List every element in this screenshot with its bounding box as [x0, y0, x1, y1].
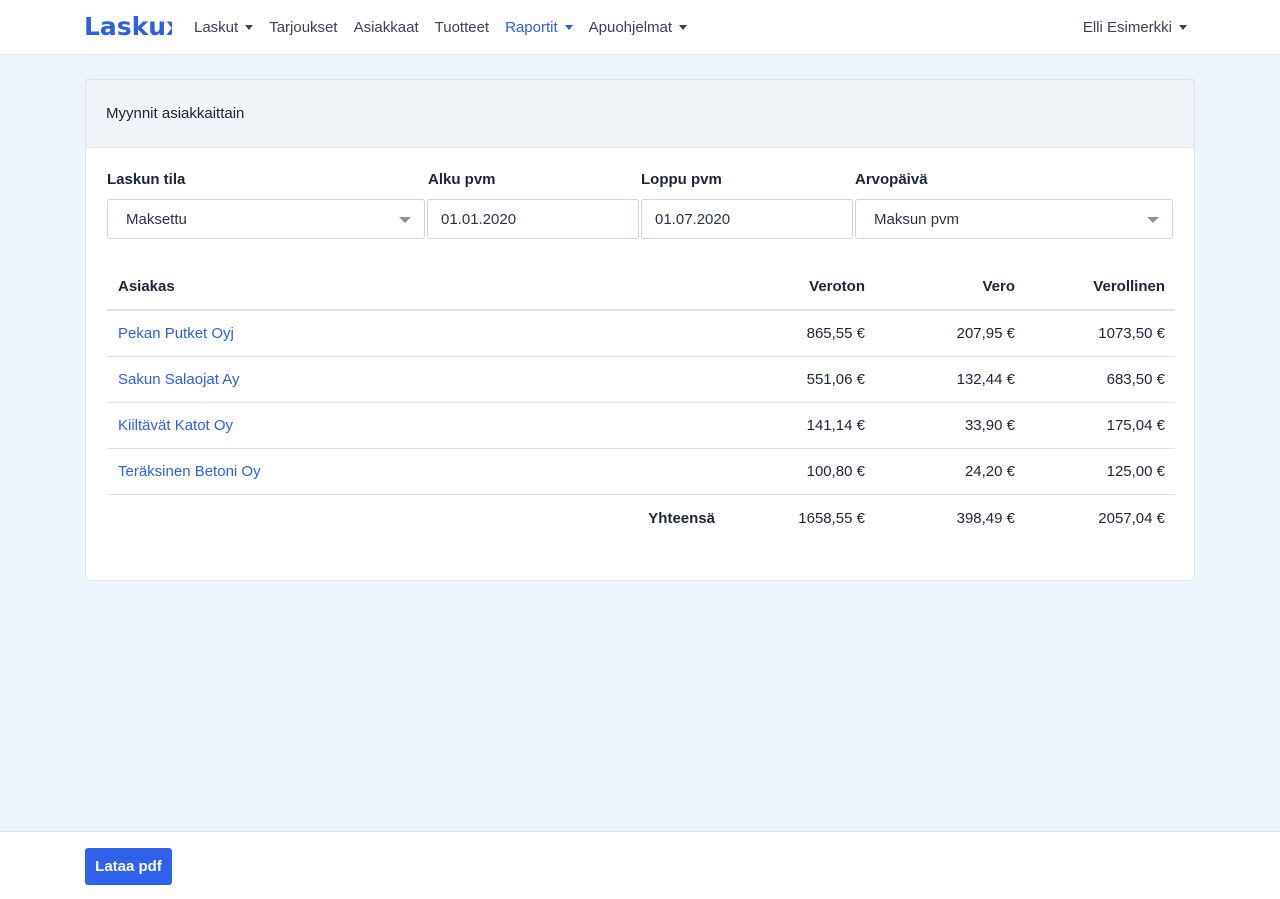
caret-down-icon — [564, 25, 573, 30]
nav-item-laskut[interactable]: Laskut — [194, 19, 254, 36]
column-header-gross: Verollinen — [1093, 277, 1165, 295]
column-header-customer: Asiakas — [118, 277, 175, 295]
laskux-logo-icon: Laskux — [84, 12, 172, 41]
status-select-value: Maksettu — [126, 210, 187, 228]
brand-text: Laskux — [84, 12, 172, 41]
nav-item-label: Tarjoukset — [269, 19, 338, 36]
total-gross-amount: 2057,04 € — [1098, 509, 1165, 527]
brand-logo[interactable]: Laskux — [84, 11, 172, 43]
start-date-filter: Alku pvm — [428, 170, 496, 190]
top-navbar: Laskux Laskut Tarjoukset Asiakkaat Tuott… — [0, 0, 1280, 55]
value-date-label: Arvopäivä — [855, 171, 928, 188]
caret-down-icon — [679, 25, 688, 30]
nav-item-apuohjelmat[interactable]: Apuohjelmat — [588, 19, 688, 36]
status-filter: Laskun tila — [107, 170, 185, 190]
vat-amount: 132,44 € — [956, 371, 1015, 388]
sales-table: Asiakas Veroton Vero Verollinen Pekan Pu… — [107, 263, 1175, 541]
nav-item-label: Asiakkaat — [353, 19, 419, 36]
dropdown-arrow-icon — [399, 217, 411, 223]
value-date-select[interactable]: Maksun pvm — [855, 199, 1173, 239]
end-date-label: Loppu pvm — [641, 171, 722, 188]
customer-link[interactable]: Sakun Salaojat Ay — [118, 357, 239, 402]
start-date-label: Alku pvm — [428, 171, 496, 188]
vat-amount: 24,20 € — [964, 463, 1015, 480]
customer-link[interactable]: Kiiltävät Katot Oy — [118, 403, 233, 448]
table-row: Sakun Salaojat Ay 551,06 € 132,44 € 683,… — [107, 357, 1175, 403]
net-amount: 865,55 € — [806, 325, 865, 342]
total-label: Yhteensä — [648, 509, 715, 527]
table-row: Kiiltävät Katot Oy 141,14 € 33,90 € 175,… — [107, 403, 1175, 449]
column-header-vat: Vero — [982, 277, 1015, 295]
customer-link[interactable]: Teräksinen Betoni Oy — [118, 449, 261, 494]
start-date-input[interactable]: 01.01.2020 — [427, 199, 639, 239]
download-pdf-button[interactable]: Lataa pdf — [85, 848, 172, 885]
net-amount: 100,80 € — [806, 463, 865, 480]
nav-item-asiakkaat[interactable]: Asiakkaat — [354, 19, 419, 36]
nav-item-tuotteet[interactable]: Tuotteet — [435, 19, 489, 36]
gross-amount: 125,00 € — [1106, 463, 1165, 480]
caret-down-icon — [245, 25, 254, 30]
status-select[interactable]: Maksettu — [107, 199, 425, 239]
total-vat-amount: 398,49 € — [956, 509, 1015, 527]
table-row: Pekan Putket Oyj 865,55 € 207,95 € 1073,… — [107, 311, 1175, 357]
end-date-input[interactable]: 01.07.2020 — [641, 199, 853, 239]
nav-item-tarjoukset[interactable]: Tarjoukset — [269, 19, 337, 36]
end-date-filter: Loppu pvm — [641, 170, 722, 190]
footer-bar: Lataa pdf — [0, 831, 1280, 899]
nav-item-label: Tuotteet — [434, 19, 490, 36]
customer-link[interactable]: Pekan Putket Oyj — [118, 311, 234, 356]
user-name: Elli Esimerkki — [1082, 19, 1172, 36]
gross-amount: 683,50 € — [1106, 371, 1165, 388]
nav-item-label: Apuohjelmat — [588, 19, 673, 36]
user-menu[interactable]: Elli Esimerkki — [1083, 0, 1187, 55]
column-header-net: Veroton — [809, 277, 865, 295]
net-amount: 141,14 € — [806, 417, 865, 434]
gross-amount: 1073,50 € — [1098, 325, 1165, 342]
vat-amount: 33,90 € — [964, 417, 1015, 434]
end-date-value: 01.07.2020 — [655, 210, 731, 228]
dropdown-arrow-icon — [1147, 217, 1159, 223]
report-card: Myynnit asiakkaittain Laskun tila Makset… — [85, 79, 1195, 581]
nav-item-label: Laskut — [194, 19, 239, 36]
value-date-filter: Arvopäivä — [855, 170, 928, 190]
start-date-value: 01.01.2020 — [441, 210, 517, 228]
total-net-amount: 1658,55 € — [798, 509, 865, 527]
table-row: Teräksinen Betoni Oy 100,80 € 24,20 € 12… — [107, 449, 1175, 495]
vat-amount: 207,95 € — [956, 325, 1015, 342]
main-nav: Laskut Tarjoukset Asiakkaat Tuotteet Rap… — [194, 0, 703, 55]
caret-down-icon — [1179, 25, 1187, 30]
net-amount: 551,06 € — [806, 371, 865, 388]
nav-item-raportit[interactable]: Raportit — [505, 19, 573, 36]
status-filter-label: Laskun tila — [107, 171, 186, 188]
gross-amount: 175,04 € — [1106, 417, 1165, 434]
value-date-select-value: Maksun pvm — [874, 210, 960, 228]
report-title: Myynnit asiakkaittain — [86, 80, 1194, 148]
table-total-row: Yhteensä 1658,55 € 398,49 € 2057,04 € — [107, 495, 1175, 541]
nav-item-label: Raportit — [505, 19, 558, 36]
report-filters: Laskun tila Maksettu Alku pvm 01.01.2020… — [107, 170, 1173, 240]
table-header-row: Asiakas Veroton Vero Verollinen — [107, 263, 1175, 311]
